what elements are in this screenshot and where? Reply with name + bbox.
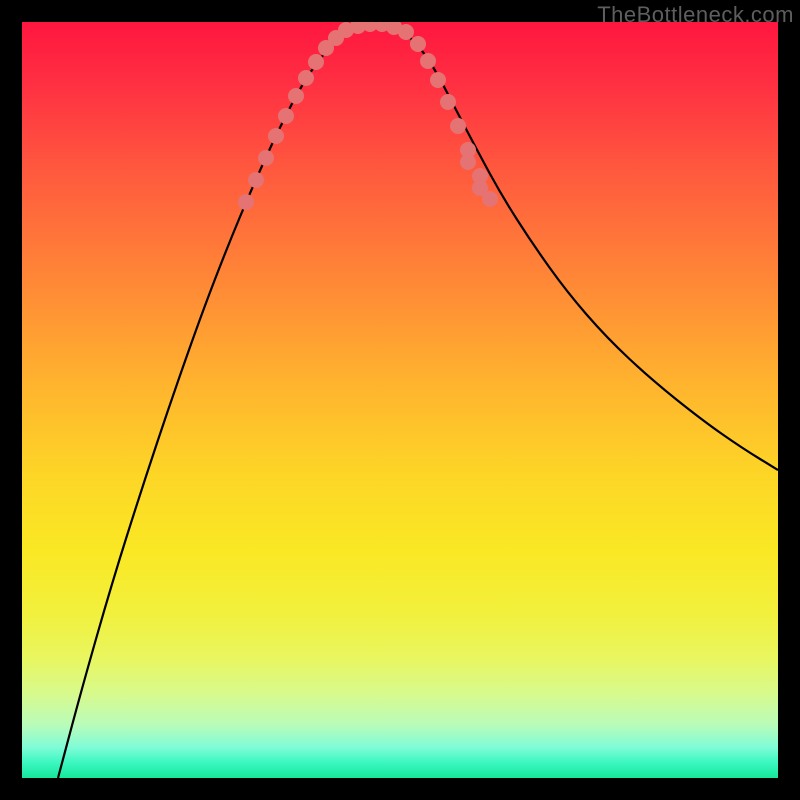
left-beads-bead <box>238 194 254 210</box>
right-beads-bead <box>410 36 426 52</box>
right-beads-bead <box>482 191 498 207</box>
left-beads-bead <box>308 54 324 70</box>
left-beads-bead <box>298 70 314 86</box>
left-beads-bead <box>288 88 304 104</box>
left-beads-bead <box>248 172 264 188</box>
bottleneck-curve <box>58 23 778 778</box>
right-beads-bead <box>450 118 466 134</box>
right-beads-bead <box>420 53 436 69</box>
right-beads-bead <box>440 94 456 110</box>
left-beads-bead <box>278 108 294 124</box>
bottom-beads-bead <box>398 24 414 40</box>
watermark-text: TheBottleneck.com <box>597 2 794 28</box>
left-beads-bead <box>268 128 284 144</box>
chart-svg <box>22 22 778 778</box>
right-beads-bead <box>460 154 476 170</box>
chart-frame <box>22 22 778 778</box>
left-beads-bead <box>258 150 274 166</box>
right-beads-bead <box>430 72 446 88</box>
